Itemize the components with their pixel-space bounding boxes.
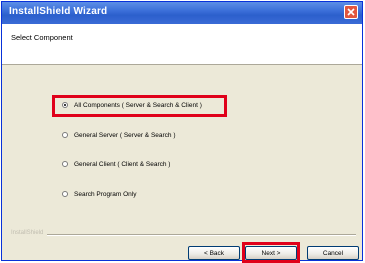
- option-general-client[interactable]: General Client ( Client & Search ): [62, 157, 170, 171]
- header-panel: Select Component: [2, 24, 362, 65]
- option-search-program-only[interactable]: Search Program Only: [62, 187, 137, 201]
- option-label: Search Program Only: [74, 190, 137, 198]
- option-label: General Server ( Server & Search ): [74, 131, 176, 139]
- highlight-box-next-button: [242, 242, 300, 263]
- installshield-brand-label: InstallShield: [11, 230, 48, 236]
- highlight-box-selected-option: [52, 95, 227, 117]
- option-label: General Client ( Client & Search ): [74, 160, 171, 168]
- footer-divider: [11, 234, 356, 236]
- title-bar[interactable]: InstallShield Wizard: [2, 2, 362, 24]
- window-title: InstallShield Wizard: [9, 6, 108, 17]
- back-button[interactable]: < Back: [188, 246, 240, 260]
- page-title: Select Component: [11, 33, 73, 42]
- installshield-wizard-window: InstallShield Wizard Select Component Al…: [1, 1, 363, 263]
- cancel-button[interactable]: Cancel: [307, 246, 359, 260]
- close-icon: [347, 8, 355, 16]
- radio-button[interactable]: [62, 132, 68, 138]
- option-general-server[interactable]: General Server ( Server & Search ): [62, 128, 176, 142]
- radio-button[interactable]: [62, 191, 68, 197]
- close-button[interactable]: [344, 5, 358, 19]
- radio-button[interactable]: [62, 161, 68, 167]
